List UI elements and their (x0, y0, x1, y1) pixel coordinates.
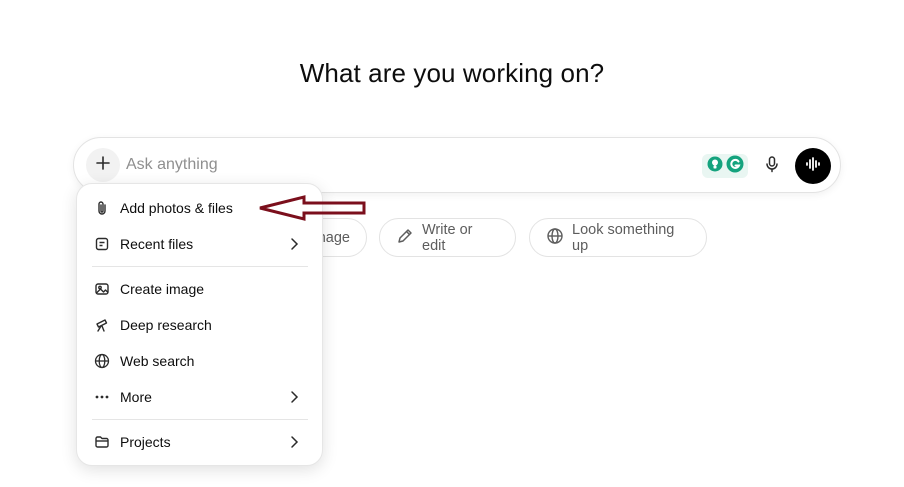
pencil-icon (396, 227, 414, 249)
chip-label: Look something up (572, 221, 675, 254)
page-title: What are you working on? (299, 58, 605, 88)
menu-item-label: Web search (120, 353, 195, 369)
prompt-input[interactable] (126, 154, 686, 176)
annotation-arrow-icon (259, 195, 366, 221)
menu-item-label: More (120, 389, 152, 405)
image-icon (93, 280, 111, 298)
chat-home: What are you working on? nage Write or e… (0, 0, 904, 487)
menu-divider (92, 266, 308, 267)
dictate-button[interactable] (758, 152, 786, 180)
chip-look-something-up[interactable]: Look something up (529, 218, 707, 257)
telescope-icon (93, 316, 111, 334)
plus-icon (95, 155, 111, 176)
globe-icon (93, 352, 111, 370)
grammarly-icon (726, 155, 744, 178)
microphone-icon (763, 155, 781, 178)
paperclip-icon (93, 199, 111, 217)
menu-item-recent-files[interactable]: Recent files (85, 228, 316, 260)
voice-mode-button[interactable] (795, 148, 831, 184)
add-attachment-button[interactable] (86, 148, 120, 182)
menu-divider (92, 419, 308, 420)
menu-item-more[interactable]: More (85, 381, 316, 413)
menu-item-projects[interactable]: Projects (85, 426, 316, 458)
menu-item-label: Create image (120, 281, 205, 297)
document-icon (93, 235, 111, 253)
attachment-menu: Add photos & files Recent files Create i… (76, 183, 323, 466)
menu-item-label: Projects (120, 434, 171, 450)
extension-badge[interactable] (702, 154, 748, 178)
folder-icon (93, 433, 111, 451)
menu-item-label: Add photos & files (120, 200, 233, 216)
chevron-right-icon (286, 434, 302, 450)
waveform-icon (804, 155, 822, 178)
lightbulb-icon (707, 156, 723, 177)
menu-item-deep-research[interactable]: Deep research (85, 309, 316, 341)
chevron-right-icon (286, 236, 302, 252)
ellipsis-icon (93, 388, 111, 406)
menu-item-label: Deep research (120, 317, 212, 333)
chip-write-or-edit[interactable]: Write or edit (379, 218, 516, 257)
menu-item-label: Recent files (120, 236, 194, 252)
menu-item-create-image[interactable]: Create image (85, 273, 316, 305)
chevron-right-icon (286, 389, 302, 405)
chip-label: Write or edit (422, 221, 473, 254)
globe-icon (546, 227, 564, 249)
menu-item-web-search[interactable]: Web search (85, 345, 316, 377)
